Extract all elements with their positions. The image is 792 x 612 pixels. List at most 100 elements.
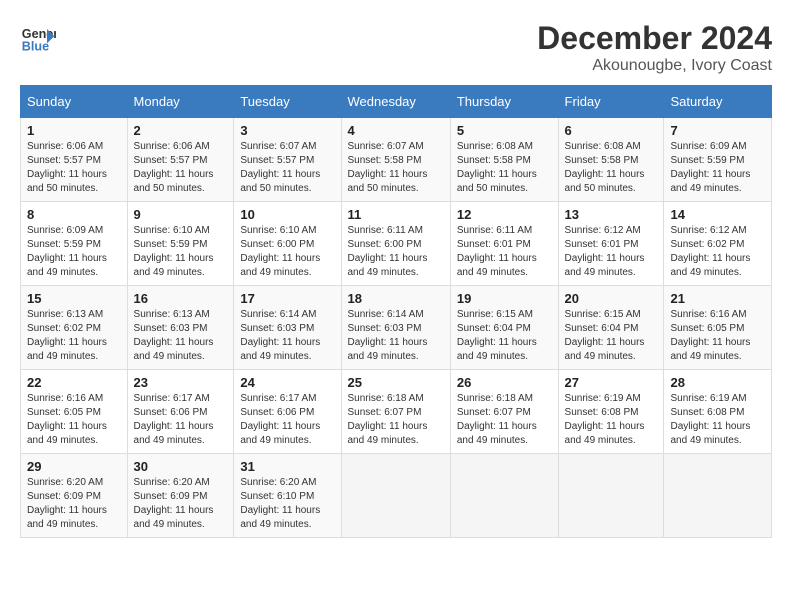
day-info: Sunrise: 6:11 AM Sunset: 6:00 PM Dayligh… [348,224,444,280]
calendar-cell: 5 Sunrise: 6:08 AM Sunset: 5:58 PM Dayli… [450,118,558,202]
weekday-header-saturday: Saturday [664,86,772,118]
day-number: 22 [27,375,121,390]
calendar-cell: 14 Sunrise: 6:12 AM Sunset: 6:02 PM Dayl… [664,202,772,286]
calendar-cell: 2 Sunrise: 6:06 AM Sunset: 5:57 PM Dayli… [127,118,234,202]
calendar-cell: 18 Sunrise: 6:14 AM Sunset: 6:03 PM Dayl… [341,286,450,370]
calendar-week-row: 1 Sunrise: 6:06 AM Sunset: 5:57 PM Dayli… [21,118,772,202]
day-info: Sunrise: 6:14 AM Sunset: 6:03 PM Dayligh… [348,308,444,364]
day-number: 19 [457,291,552,306]
day-number: 8 [27,207,121,222]
calendar-cell [341,454,450,538]
calendar-cell: 9 Sunrise: 6:10 AM Sunset: 5:59 PM Dayli… [127,202,234,286]
day-number: 24 [240,375,334,390]
day-number: 9 [134,207,228,222]
day-info: Sunrise: 6:19 AM Sunset: 6:08 PM Dayligh… [565,392,658,448]
calendar-cell: 10 Sunrise: 6:10 AM Sunset: 6:00 PM Dayl… [234,202,341,286]
day-info: Sunrise: 6:10 AM Sunset: 6:00 PM Dayligh… [240,224,334,280]
calendar-cell: 7 Sunrise: 6:09 AM Sunset: 5:59 PM Dayli… [664,118,772,202]
day-number: 25 [348,375,444,390]
day-number: 7 [670,123,765,138]
weekday-header-wednesday: Wednesday [341,86,450,118]
day-number: 4 [348,123,444,138]
calendar-cell: 16 Sunrise: 6:13 AM Sunset: 6:03 PM Dayl… [127,286,234,370]
weekday-header-monday: Monday [127,86,234,118]
day-number: 26 [457,375,552,390]
calendar-week-row: 8 Sunrise: 6:09 AM Sunset: 5:59 PM Dayli… [21,202,772,286]
day-info: Sunrise: 6:07 AM Sunset: 5:58 PM Dayligh… [348,140,444,196]
day-number: 12 [457,207,552,222]
calendar-cell: 12 Sunrise: 6:11 AM Sunset: 6:01 PM Dayl… [450,202,558,286]
weekday-header-thursday: Thursday [450,86,558,118]
weekday-header-sunday: Sunday [21,86,128,118]
weekday-header-friday: Friday [558,86,664,118]
day-info: Sunrise: 6:09 AM Sunset: 5:59 PM Dayligh… [27,224,121,280]
day-info: Sunrise: 6:08 AM Sunset: 5:58 PM Dayligh… [565,140,658,196]
day-info: Sunrise: 6:12 AM Sunset: 6:02 PM Dayligh… [670,224,765,280]
title-block: December 2024 Akounougbe, Ivory Coast [537,20,772,75]
day-number: 13 [565,207,658,222]
day-info: Sunrise: 6:18 AM Sunset: 6:07 PM Dayligh… [348,392,444,448]
day-number: 27 [565,375,658,390]
day-info: Sunrise: 6:10 AM Sunset: 5:59 PM Dayligh… [134,224,228,280]
calendar-week-row: 15 Sunrise: 6:13 AM Sunset: 6:02 PM Dayl… [21,286,772,370]
calendar-cell: 19 Sunrise: 6:15 AM Sunset: 6:04 PM Dayl… [450,286,558,370]
day-info: Sunrise: 6:19 AM Sunset: 6:08 PM Dayligh… [670,392,765,448]
day-number: 16 [134,291,228,306]
calendar-cell: 29 Sunrise: 6:20 AM Sunset: 6:09 PM Dayl… [21,454,128,538]
day-number: 11 [348,207,444,222]
day-number: 6 [565,123,658,138]
day-number: 29 [27,459,121,474]
day-number: 20 [565,291,658,306]
month-title: December 2024 [537,20,772,57]
day-number: 30 [134,459,228,474]
day-info: Sunrise: 6:06 AM Sunset: 5:57 PM Dayligh… [27,140,121,196]
weekday-header-tuesday: Tuesday [234,86,341,118]
calendar-week-row: 29 Sunrise: 6:20 AM Sunset: 6:09 PM Dayl… [21,454,772,538]
day-number: 28 [670,375,765,390]
day-info: Sunrise: 6:16 AM Sunset: 6:05 PM Dayligh… [27,392,121,448]
calendar-cell: 26 Sunrise: 6:18 AM Sunset: 6:07 PM Dayl… [450,370,558,454]
day-info: Sunrise: 6:20 AM Sunset: 6:10 PM Dayligh… [240,476,334,532]
calendar-cell: 30 Sunrise: 6:20 AM Sunset: 6:09 PM Dayl… [127,454,234,538]
calendar-cell: 21 Sunrise: 6:16 AM Sunset: 6:05 PM Dayl… [664,286,772,370]
calendar-cell: 8 Sunrise: 6:09 AM Sunset: 5:59 PM Dayli… [21,202,128,286]
day-info: Sunrise: 6:15 AM Sunset: 6:04 PM Dayligh… [565,308,658,364]
day-info: Sunrise: 6:13 AM Sunset: 6:02 PM Dayligh… [27,308,121,364]
calendar-cell: 28 Sunrise: 6:19 AM Sunset: 6:08 PM Dayl… [664,370,772,454]
calendar-cell [450,454,558,538]
day-info: Sunrise: 6:07 AM Sunset: 5:57 PM Dayligh… [240,140,334,196]
day-info: Sunrise: 6:17 AM Sunset: 6:06 PM Dayligh… [240,392,334,448]
day-info: Sunrise: 6:20 AM Sunset: 6:09 PM Dayligh… [27,476,121,532]
calendar-cell: 11 Sunrise: 6:11 AM Sunset: 6:00 PM Dayl… [341,202,450,286]
day-info: Sunrise: 6:13 AM Sunset: 6:03 PM Dayligh… [134,308,228,364]
calendar-cell: 22 Sunrise: 6:16 AM Sunset: 6:05 PM Dayl… [21,370,128,454]
calendar-cell: 24 Sunrise: 6:17 AM Sunset: 6:06 PM Dayl… [234,370,341,454]
day-number: 23 [134,375,228,390]
calendar-cell: 31 Sunrise: 6:20 AM Sunset: 6:10 PM Dayl… [234,454,341,538]
day-number: 21 [670,291,765,306]
day-info: Sunrise: 6:08 AM Sunset: 5:58 PM Dayligh… [457,140,552,196]
page-header: General Blue December 2024 Akounougbe, I… [20,20,772,75]
day-number: 17 [240,291,334,306]
day-info: Sunrise: 6:16 AM Sunset: 6:05 PM Dayligh… [670,308,765,364]
calendar-cell: 20 Sunrise: 6:15 AM Sunset: 6:04 PM Dayl… [558,286,664,370]
day-number: 18 [348,291,444,306]
day-number: 5 [457,123,552,138]
day-info: Sunrise: 6:11 AM Sunset: 6:01 PM Dayligh… [457,224,552,280]
day-number: 31 [240,459,334,474]
logo-icon: General Blue [20,20,56,56]
location-title: Akounougbe, Ivory Coast [537,57,772,75]
day-info: Sunrise: 6:20 AM Sunset: 6:09 PM Dayligh… [134,476,228,532]
day-number: 2 [134,123,228,138]
weekday-header-row: SundayMondayTuesdayWednesdayThursdayFrid… [21,86,772,118]
calendar-cell: 27 Sunrise: 6:19 AM Sunset: 6:08 PM Dayl… [558,370,664,454]
day-info: Sunrise: 6:17 AM Sunset: 6:06 PM Dayligh… [134,392,228,448]
calendar-cell: 1 Sunrise: 6:06 AM Sunset: 5:57 PM Dayli… [21,118,128,202]
day-info: Sunrise: 6:12 AM Sunset: 6:01 PM Dayligh… [565,224,658,280]
calendar-week-row: 22 Sunrise: 6:16 AM Sunset: 6:05 PM Dayl… [21,370,772,454]
day-info: Sunrise: 6:09 AM Sunset: 5:59 PM Dayligh… [670,140,765,196]
day-info: Sunrise: 6:06 AM Sunset: 5:57 PM Dayligh… [134,140,228,196]
day-info: Sunrise: 6:18 AM Sunset: 6:07 PM Dayligh… [457,392,552,448]
calendar-cell [664,454,772,538]
calendar-cell: 25 Sunrise: 6:18 AM Sunset: 6:07 PM Dayl… [341,370,450,454]
